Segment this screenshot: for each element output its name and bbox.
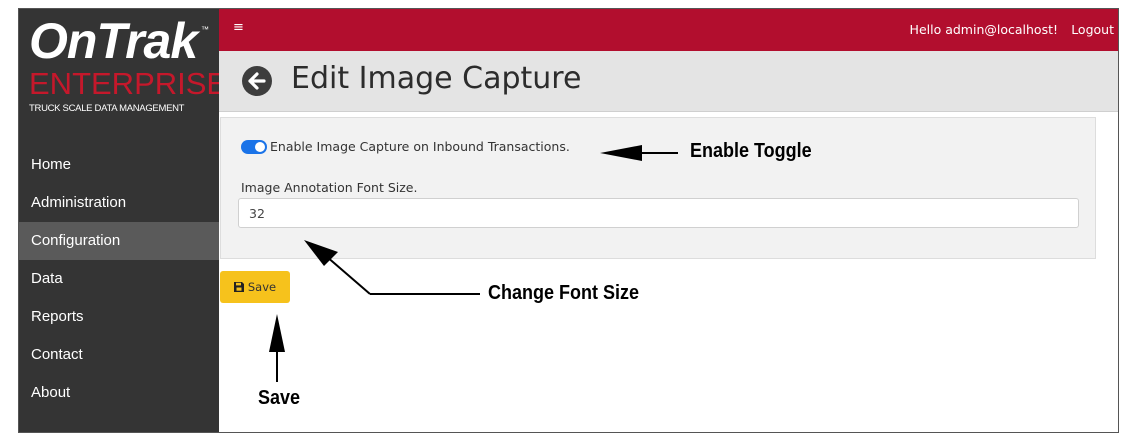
annotation-change-font-size: Change Font Size bbox=[488, 282, 640, 304]
floppy-disk-icon bbox=[233, 282, 244, 292]
sidebar-item-administration[interactable]: Administration bbox=[19, 184, 219, 222]
sidebar-nav: Home Administration Configuration Data R… bbox=[19, 146, 219, 412]
hamburger-icon[interactable]: ≡ bbox=[233, 20, 244, 35]
font-size-input[interactable] bbox=[238, 198, 1079, 228]
logo-wordmark: OnTrak bbox=[29, 13, 198, 69]
sidebar-item-configuration[interactable]: Configuration bbox=[19, 222, 219, 260]
sidebar-item-about[interactable]: About bbox=[19, 374, 219, 412]
sidebar-item-reports[interactable]: Reports bbox=[19, 298, 219, 336]
logo-enterprise: ENTERPRISE bbox=[29, 66, 228, 101]
logo-trademark: ™ bbox=[201, 25, 209, 34]
sidebar-item-home[interactable]: Home bbox=[19, 146, 219, 184]
sidebar-item-contact[interactable]: Contact bbox=[19, 336, 219, 374]
font-size-label: Image Annotation Font Size. bbox=[241, 180, 418, 195]
save-button[interactable]: Save bbox=[220, 271, 290, 303]
annotation-enable-toggle: Enable Toggle bbox=[690, 140, 812, 162]
logo-tagline: TRUCK SCALE DATA MANAGEMENT bbox=[29, 103, 185, 114]
toggle-knob bbox=[255, 142, 265, 152]
top-bar: ≡ Hello admin@localhost! Logout bbox=[219, 9, 1118, 51]
settings-panel: Enable Image Capture on Inbound Transact… bbox=[220, 117, 1096, 259]
page-title: Edit Image Capture bbox=[291, 61, 582, 96]
back-button[interactable] bbox=[242, 66, 272, 96]
arrow-left-circle-icon bbox=[248, 72, 266, 90]
sidebar-item-data[interactable]: Data bbox=[19, 260, 219, 298]
page-header: Edit Image Capture bbox=[219, 51, 1118, 112]
logout-link[interactable]: Logout bbox=[1071, 22, 1114, 37]
sidebar: OnTrak ™ ENTERPRISE TRUCK SCALE DATA MAN… bbox=[19, 9, 227, 432]
enable-capture-toggle[interactable] bbox=[241, 140, 267, 154]
brand-logo[interactable]: OnTrak ™ ENTERPRISE TRUCK SCALE DATA MAN… bbox=[19, 9, 227, 139]
save-button-label: Save bbox=[247, 280, 277, 294]
user-greeting: Hello admin@localhost! bbox=[909, 22, 1058, 37]
annotation-save: Save bbox=[258, 387, 301, 409]
enable-capture-label: Enable Image Capture on Inbound Transact… bbox=[270, 139, 570, 154]
